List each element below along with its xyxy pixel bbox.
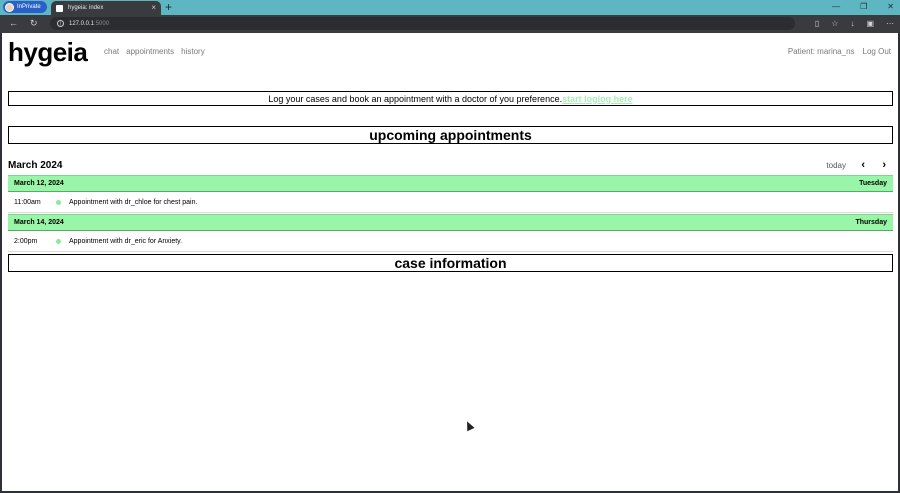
brand-logo[interactable]: hygeia [8,37,88,68]
today-button[interactable]: today [826,161,846,170]
favorites-icon[interactable]: ☆ [831,17,838,30]
day-weekday: Tuesday [859,180,887,187]
banner-text: Log your cases and book an appointment w… [268,93,563,104]
back-icon[interactable]: ← [9,17,18,30]
split-screen-icon[interactable]: ▯ [815,17,819,30]
event-title: Appointment with dr_chloe for chest pain… [69,199,198,206]
day-weekday: Thursday [855,219,887,226]
chevron-right-icon[interactable]: › [882,159,886,171]
browser-tab-strip: InPrivate hygeia: index × + — ❐ ✕ [0,0,900,15]
minimize-icon[interactable]: — [832,0,840,14]
collections-icon[interactable]: ▣ [866,17,874,30]
url-text: 127.0.0.1:5000 [69,20,110,27]
window-controls: — ❐ ✕ [832,0,894,14]
address-bar[interactable]: i 127.0.0.1:5000 [50,17,795,30]
event-title: Appointment with dr_eric for Anxiety. [69,238,183,245]
event-time: 2:00pm [14,238,38,245]
close-window-icon[interactable]: ✕ [887,0,894,14]
refresh-icon[interactable]: ↻ [30,17,38,30]
inprivate-badge[interactable]: InPrivate [3,1,47,13]
nav-chat[interactable]: chat [104,47,119,56]
logout-link[interactable]: Log Out [863,47,891,56]
downloads-icon[interactable]: ↓ [850,17,854,30]
event-time: 11:00am [14,199,41,206]
list-item[interactable]: 11:00am Appointment with dr_chloe for ch… [8,193,893,213]
event-dot-icon [56,239,61,244]
page-viewport: hygeia chat appointments history Patient… [2,33,898,491]
day-date: March 14, 2024 [14,219,64,226]
user-area: Patient: marina_ns Log Out [788,47,891,56]
browser-toolbar: ← ↻ i 127.0.0.1:5000 ▯ ☆ ↓ ▣ ⋯ [0,15,900,33]
calendar-header: March 2024 today ‹ › [8,159,893,172]
event-dot-icon [56,200,61,205]
tab-title: hygeia: index [68,5,104,11]
site-info-icon[interactable]: i [57,20,64,27]
main-nav: chat appointments history [104,47,205,56]
start-log-link[interactable]: start loglog here [562,94,633,104]
more-icon[interactable]: ⋯ [886,17,894,30]
profile-avatar [5,2,14,12]
nav-appointments[interactable]: appointments [126,47,174,56]
day-header: March 12, 2024 Tuesday [8,175,893,192]
case-information-heading: case information [8,254,893,272]
nav-history[interactable]: history [181,47,205,56]
day-header: March 14, 2024 Thursday [8,214,893,231]
inprivate-label: InPrivate [17,4,41,10]
mouse-cursor-icon [463,419,475,432]
browser-tab[interactable]: hygeia: index × [51,1,161,15]
intro-banner: Log your cases and book an appointment w… [8,91,893,106]
calendar-month: March 2024 [8,160,63,171]
close-tab-icon[interactable]: × [151,4,156,12]
tab-favicon-icon [56,4,63,12]
toolbar-actions: ▯ ☆ ↓ ▣ ⋯ [815,17,894,30]
chevron-left-icon[interactable]: ‹ [861,159,865,171]
upcoming-appointments-heading: upcoming appointments [8,126,893,144]
restore-icon[interactable]: ❐ [860,0,867,14]
new-tab-icon[interactable]: + [165,0,172,14]
patient-label: Patient: marina_ns [787,47,855,56]
list-item[interactable]: 2:00pm Appointment with dr_eric for Anxi… [8,232,893,252]
day-date: March 12, 2024 [14,180,64,187]
